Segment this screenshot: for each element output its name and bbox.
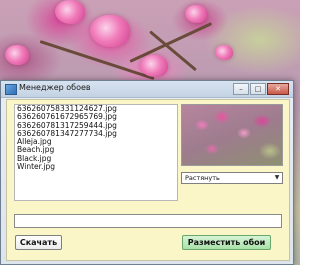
path-input[interactable] xyxy=(14,214,282,228)
window-client-area: 636260758331124627.jpg 63626076167296576… xyxy=(6,99,290,261)
wallpaper-blossom xyxy=(90,15,130,47)
app-icon xyxy=(5,84,17,95)
chevron-down-icon[interactable]: ▼ xyxy=(272,173,282,183)
wallpaper-blossom xyxy=(140,55,168,77)
download-button[interactable]: Скачать xyxy=(15,235,62,250)
window-controls: – □ ✕ xyxy=(233,83,289,95)
maximize-button[interactable]: □ xyxy=(250,83,266,95)
layout-mode-value: Растянуть xyxy=(185,174,220,182)
titlebar[interactable]: Менеджер обоев – □ ✕ xyxy=(1,81,293,98)
wallpaper-manager-window: Менеджер обоев – □ ✕ 636260758331124627.… xyxy=(0,80,294,265)
wallpaper-blossom xyxy=(55,0,85,24)
wallpaper-branch xyxy=(39,40,155,81)
wallpaper-blossom xyxy=(5,45,29,65)
close-button[interactable]: ✕ xyxy=(267,83,289,95)
wallpaper-file-list[interactable]: 636260758331124627.jpg 63626076167296576… xyxy=(14,104,178,201)
wallpaper-branch xyxy=(129,22,213,63)
list-item[interactable]: Winter.jpg xyxy=(15,162,177,171)
minimize-button[interactable]: – xyxy=(233,83,249,95)
wallpaper-blossom xyxy=(215,45,233,60)
layout-mode-select[interactable]: Растянуть ▼ xyxy=(181,172,283,184)
window-title: Менеджер обоев xyxy=(19,83,91,92)
wallpaper-preview-image xyxy=(181,104,283,166)
wallpaper-blossom xyxy=(185,5,207,23)
set-wallpaper-button[interactable]: Разместить обои xyxy=(182,235,271,250)
